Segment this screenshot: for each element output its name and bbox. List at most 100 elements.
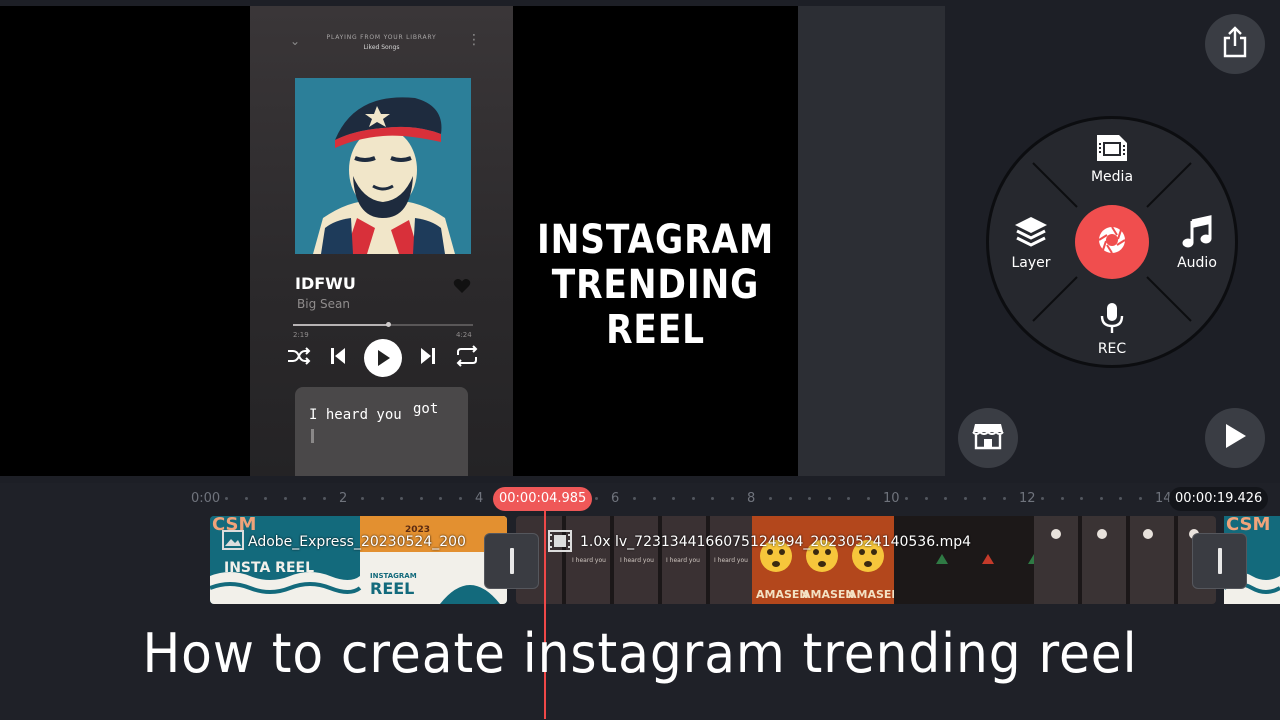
ruler-dot (458, 497, 462, 500)
ruler-dot (419, 497, 423, 500)
total-duration: 00:00:19.426 (1169, 487, 1269, 511)
timeline-clip[interactable]: CSM 2023 INSTA REEL INSTAGRAM REEL Adobe… (210, 516, 507, 604)
ruler-tick-label: 12 (1019, 491, 1036, 506)
player-controls (286, 338, 480, 378)
film-icon (1095, 135, 1129, 167)
ruler-dot (244, 497, 248, 500)
timeline-clip[interactable]: I heard you I heard you I heard you I he… (516, 516, 1216, 604)
play-icon (1222, 422, 1248, 454)
ruler-dot (1119, 497, 1123, 500)
reel-title-overlay: INSTAGRAM TRENDING REEL (533, 218, 778, 353)
song-title: IDFWU (295, 274, 356, 293)
ruler-dot (283, 497, 287, 500)
ruler-dot (303, 497, 307, 500)
play-pause-button (364, 339, 402, 377)
ruler-dot (769, 497, 773, 500)
clip-filename: 1.0x lv_7231344166075124994_202305241405… (580, 534, 971, 550)
player-header-playlist: Liked Songs (363, 44, 400, 51)
ruler-tick-label: 6 (611, 491, 620, 506)
lyric-cursor (311, 429, 314, 443)
ruler-dot (691, 497, 695, 500)
rec-label: REC (1097, 341, 1127, 357)
media-wheel: Media Layer Audio REC (986, 116, 1238, 368)
ruler-dot (380, 497, 384, 500)
layers-icon (1013, 217, 1049, 253)
clip-filename: Adobe_Express_20230524_200 (248, 534, 466, 550)
ruler-dot (827, 497, 831, 500)
ruler-dot (711, 497, 715, 500)
heart-icon (453, 278, 471, 298)
album-cover (295, 78, 471, 254)
video-caption: How to create instagram trending reel (142, 622, 1138, 685)
share-button[interactable] (1205, 14, 1265, 74)
ruler-dot (633, 497, 637, 500)
layer-label: Layer (1011, 255, 1051, 271)
clip-frame-text: I heard you (714, 557, 748, 564)
reel-title-line: INSTAGRAM (536, 217, 775, 263)
clip-thumb-title-2: REEL (370, 579, 414, 598)
time-ruler[interactable]: 0:00 2 4 6 8 10 12 14 (0, 483, 1280, 515)
ruler-dot (808, 497, 812, 500)
clip-frame-text: AMASEN (848, 588, 901, 601)
clip-thumbnail: I heard you I heard you I heard you I he… (516, 516, 1216, 604)
shuffle-icon (286, 346, 312, 370)
video-clip-icon (548, 530, 572, 556)
song-progress-knob (386, 322, 392, 327)
reel-title-line: TRENDING (551, 262, 760, 308)
ruler-dot (1041, 497, 1045, 500)
ruler-dot (361, 497, 365, 500)
camera-shutter-icon (1097, 225, 1127, 259)
clip-trim-handle[interactable] (484, 533, 539, 589)
audio-button[interactable]: Audio (1157, 215, 1237, 271)
media-button[interactable]: Media (1072, 131, 1152, 185)
ruler-dot (1080, 497, 1084, 500)
preview-background (798, 6, 945, 476)
playhead[interactable] (544, 509, 546, 719)
ruler-dot (594, 497, 598, 500)
share-icon (1222, 26, 1248, 62)
audio-label: Audio (1177, 255, 1217, 271)
ruler-dot (963, 497, 967, 500)
clip-frame-text: I heard you (666, 557, 700, 564)
ruler-dot (944, 497, 948, 500)
ruler-tick-label: 8 (747, 491, 756, 506)
clip-frame-text: I heard you (572, 557, 606, 564)
clip-frame-text: AMASEN (802, 588, 855, 601)
clip-frame-text: I heard you (620, 557, 654, 564)
microphone-icon (1099, 303, 1125, 339)
ruler-dot (866, 497, 870, 500)
trim-handle-bar (1217, 548, 1222, 574)
clip-trim-handle[interactable] (1192, 533, 1247, 589)
ruler-tick-label: 0:00 (191, 491, 221, 506)
ruler-dot (1002, 497, 1006, 500)
clip-frame-text: AMASEN (756, 588, 809, 601)
store-icon (972, 422, 1004, 454)
play-preview-button[interactable] (1205, 408, 1265, 468)
ruler-dot (1099, 497, 1103, 500)
ruler-dot (924, 497, 928, 500)
clip-thumb-title: INSTA REEL (224, 560, 314, 576)
asset-store-button[interactable] (958, 408, 1018, 468)
layer-button[interactable]: Layer (991, 215, 1071, 271)
ruler-tick-label: 10 (883, 491, 900, 506)
ruler-dot (322, 497, 326, 500)
clip-thumbnail: CSM 2023 INSTA REEL INSTAGRAM REEL (210, 516, 507, 604)
song-progress-fill (293, 324, 389, 326)
player-header-source: PLAYING FROM YOUR LIBRARY (326, 34, 437, 41)
current-timecode: 00:00:04.985 (493, 487, 593, 511)
image-clip-icon (222, 530, 244, 554)
music-note-icon (1181, 215, 1213, 253)
record-button[interactable] (1075, 205, 1149, 279)
editor-screen: ⌄ ⋮ PLAYING FROM YOUR LIBRARY Liked Song… (0, 0, 1280, 720)
ruler-dot (672, 497, 676, 500)
media-label: Media (1090, 169, 1134, 185)
ruler-dot (225, 497, 229, 500)
next-track-icon (419, 346, 437, 370)
music-player-overlay: ⌄ ⋮ PLAYING FROM YOUR LIBRARY Liked Song… (250, 6, 513, 476)
ruler-dot (905, 497, 909, 500)
rec-button[interactable]: REC (1072, 301, 1152, 357)
song-progress-bar (293, 322, 473, 327)
ruler-dot (652, 497, 656, 500)
ruler-dot (847, 497, 851, 500)
video-preview[interactable]: ⌄ ⋮ PLAYING FROM YOUR LIBRARY Liked Song… (0, 6, 945, 476)
